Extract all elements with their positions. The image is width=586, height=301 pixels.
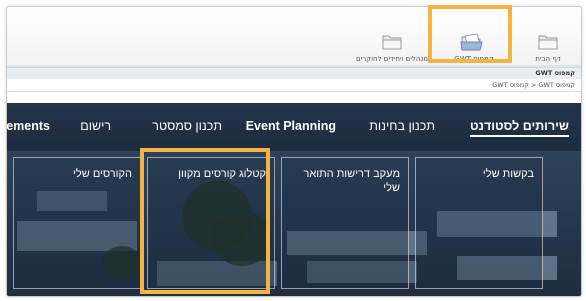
nav-item-registration[interactable]: רישום	[80, 119, 111, 133]
nav-item-student-services[interactable]: שירותים לסטודנט	[469, 119, 569, 137]
nav-item-exam-planning[interactable]: תכנון בחינות	[369, 119, 435, 133]
section-title-bar: קמפוס GWT	[7, 67, 581, 79]
folder-icon	[537, 33, 559, 51]
breadcrumb-path[interactable]: קמפוס GWT < קמפוס GWT	[492, 81, 575, 89]
card-label: בקשות שלי	[482, 168, 534, 180]
card-my-courses[interactable]: הקורסים שלי	[13, 157, 141, 289]
toolbar-home-label: דף הבית	[535, 55, 561, 63]
toolbar-faculty[interactable]: מנהלים ויחידים לחוקרים	[356, 13, 428, 63]
nav-item-semester-planning[interactable]: תכנון סמסטר	[152, 119, 222, 133]
highlight-box	[140, 148, 270, 294]
card-my-requests[interactable]: בקשות שלי	[415, 157, 543, 289]
toolbar-faculty-label: מנהלים ויחידים לחוקרים	[356, 55, 428, 63]
nav-item-announcements[interactable]: ements	[7, 119, 50, 133]
nav-item-event-planning[interactable]: Event Planning	[246, 119, 336, 133]
hero-background: בקשות שלי מעקב דרישות התואר שלי קטלוג קו…	[7, 151, 581, 296]
card-label: מעקב דרישות התואר שלי	[303, 168, 400, 194]
section-title: קמפוס GWT	[535, 69, 575, 77]
folder-icon	[381, 33, 403, 51]
main-nav: שירותים לסטודנט תכנון בחינות Event Plann…	[7, 103, 581, 151]
highlight-box	[428, 5, 512, 63]
breadcrumb: קמפוס GWT < קמפוס GWT	[7, 79, 581, 92]
card-label: הקורסים שלי	[73, 168, 132, 180]
card-degree-tracking[interactable]: מעקב דרישות התואר שלי	[281, 157, 409, 289]
toolbar-home[interactable]: דף הבית	[515, 13, 581, 63]
